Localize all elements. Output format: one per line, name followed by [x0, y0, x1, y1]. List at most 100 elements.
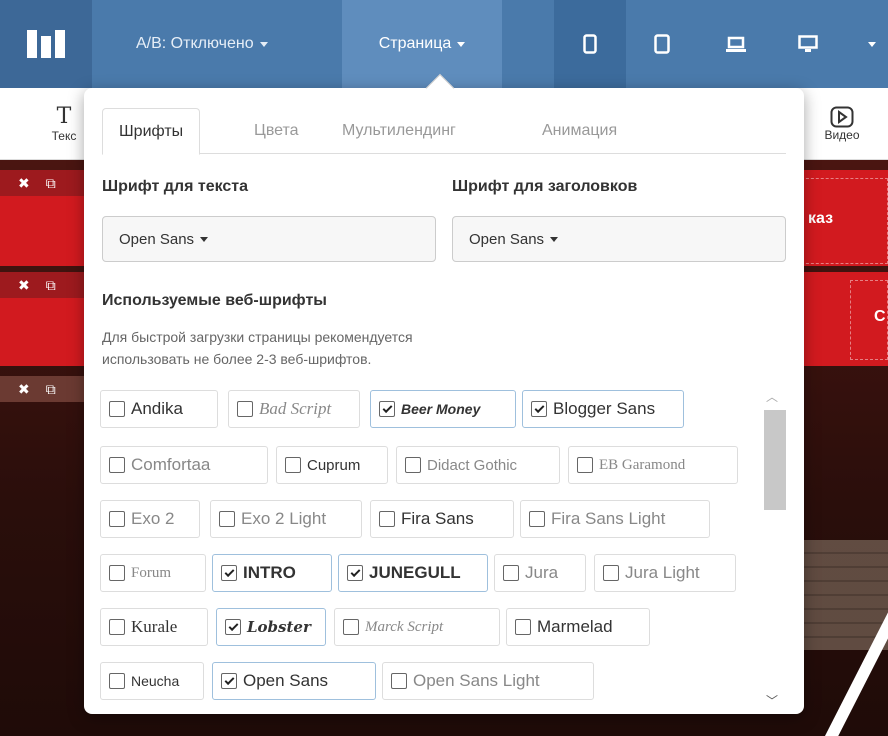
page-menu-label: Страница — [378, 35, 452, 52]
text-font-select[interactable]: Open Sans — [102, 216, 436, 262]
font-option-intro[interactable]: INTRO — [212, 554, 332, 592]
check-icon — [224, 674, 234, 685]
checkbox[interactable] — [603, 565, 619, 581]
font-option-forum[interactable]: Forum — [100, 554, 206, 592]
checkbox[interactable] — [515, 619, 531, 635]
chevron-down-icon — [200, 236, 209, 242]
hint-line-1: Для быстрой загрузки страницы рекомендуе… — [102, 329, 413, 345]
heading-font-value: Open Sans — [469, 230, 545, 248]
heading-font-label: Шрифт для заголовков — [452, 178, 638, 195]
logo-bar-2 — [41, 36, 51, 58]
checkbox[interactable] — [109, 401, 125, 417]
ab-test-dropdown[interactable]: A/B: Отключено — [92, 0, 342, 88]
font-option-open-sans-light[interactable]: Open Sans Light — [382, 662, 594, 700]
font-option-beer-money[interactable]: Beer Money — [370, 390, 516, 428]
tab-fonts[interactable]: Шрифты — [102, 108, 201, 155]
menu-item-text: C — [874, 308, 886, 325]
tool-video[interactable]: Видео — [812, 88, 872, 160]
check-icon — [382, 402, 392, 413]
app-logo[interactable] — [0, 0, 92, 88]
checkbox[interactable] — [109, 565, 125, 581]
section-handle[interactable]: ✖ ⧉ — [0, 376, 90, 402]
font-option-didact-gothic[interactable]: Didact Gothic — [396, 446, 560, 484]
device-laptop-button[interactable] — [700, 0, 772, 88]
phone-icon — [583, 34, 597, 54]
font-option-exo-2[interactable]: Exo 2 — [100, 500, 200, 538]
delete-icon: ✖ — [18, 174, 30, 191]
font-option-label: Fira Sans — [401, 509, 474, 528]
checkbox[interactable] — [221, 565, 237, 581]
font-option-label: Fira Sans Light — [551, 509, 666, 528]
font-option-comfortaa[interactable]: Comfortaa — [100, 446, 268, 484]
checkbox[interactable] — [219, 511, 235, 527]
font-option-exo-2-light[interactable]: Exo 2 Light — [210, 500, 362, 538]
font-option-eb-garamond[interactable]: EB Garamond — [568, 446, 738, 484]
web-fonts-hint: Для быстрой загрузки страницы рекомендуе… — [102, 326, 582, 370]
font-option-neucha[interactable]: Neucha — [100, 662, 204, 700]
checkbox[interactable] — [109, 511, 125, 527]
checkbox[interactable] — [531, 401, 547, 417]
tab-multilanding[interactable]: Мультилендинг — [326, 108, 472, 154]
font-option-andika[interactable]: Andika — [100, 390, 218, 428]
checkbox[interactable] — [237, 401, 253, 417]
hint-line-2: использовать не более 2-3 веб-шрифтов. — [102, 351, 372, 367]
checkbox[interactable] — [379, 401, 395, 417]
fonts-scrollbar[interactable]: ︿ ﹀ — [760, 388, 786, 708]
checkbox[interactable] — [405, 457, 421, 473]
top-bar: A/B: Отключено Страница — [0, 0, 888, 88]
tab-animation[interactable]: Анимация — [526, 108, 633, 154]
font-option-fira-sans[interactable]: Fira Sans — [370, 500, 514, 538]
tab-multilanding-label: Мультилендинг — [342, 122, 456, 139]
checkbox[interactable] — [379, 511, 395, 527]
font-option-lobster[interactable]: Lobster — [216, 608, 326, 646]
tool-text[interactable]: T Текс — [44, 88, 84, 160]
delete-icon: ✖ — [18, 380, 30, 397]
checkbox[interactable] — [225, 619, 241, 635]
checkbox[interactable] — [109, 673, 125, 689]
checkbox[interactable] — [221, 673, 237, 689]
checkbox[interactable] — [503, 565, 519, 581]
checkbox[interactable] — [343, 619, 359, 635]
tool-video-label: Видео — [824, 128, 860, 142]
web-fonts-title: Используемые веб-шрифты — [102, 292, 327, 309]
checkbox[interactable] — [109, 619, 125, 635]
copy-icon: ⧉ — [45, 380, 56, 397]
more-menu-button[interactable] — [850, 0, 888, 88]
font-option-fira-sans-light[interactable]: Fira Sans Light — [520, 500, 710, 538]
checkbox[interactable] — [391, 673, 407, 689]
tab-animation-label: Анимация — [542, 122, 618, 139]
font-option-label: EB Garamond — [599, 456, 686, 473]
font-option-cuprum[interactable]: Cuprum — [276, 446, 388, 484]
checkbox[interactable] — [347, 565, 363, 581]
page-menu-button[interactable]: Страница — [342, 0, 502, 88]
checkbox[interactable] — [109, 457, 125, 473]
font-option-jura[interactable]: Jura — [494, 554, 586, 592]
font-option-open-sans[interactable]: Open Sans — [212, 662, 376, 700]
font-option-marck-script[interactable]: Marck Script — [334, 608, 500, 646]
device-phone-portrait-button[interactable] — [554, 0, 626, 88]
device-desktop-button[interactable] — [772, 0, 844, 88]
font-option-label: Beer Money — [401, 401, 481, 417]
checkbox[interactable] — [577, 457, 593, 473]
font-option-label: Exo 2 — [131, 509, 175, 528]
chevron-down-icon — [550, 236, 559, 242]
settings-tabs: Шрифты Цвета Мультилендинг Анимация — [102, 108, 786, 155]
scroll-thumb[interactable] — [764, 410, 786, 510]
font-option-blogger-sans[interactable]: Blogger Sans — [522, 390, 684, 428]
scroll-down-icon[interactable]: ﹀ — [760, 692, 784, 708]
font-option-bad-script[interactable]: Bad Script — [228, 390, 360, 428]
device-tablet-button[interactable] — [626, 0, 698, 88]
check-icon — [224, 566, 234, 577]
heading-font-select[interactable]: Open Sans — [452, 216, 786, 262]
font-option-kurale[interactable]: Kurale — [100, 608, 208, 646]
font-option-junegull[interactable]: JUNEGULL — [338, 554, 488, 592]
checkbox[interactable] — [285, 457, 301, 473]
font-option-jura-light[interactable]: Jura Light — [594, 554, 736, 592]
font-option-marmelad[interactable]: Marmelad — [506, 608, 650, 646]
checkbox[interactable] — [529, 511, 545, 527]
tab-colors[interactable]: Цвета — [238, 108, 315, 154]
text-tool-icon: T — [56, 104, 72, 129]
section-handle[interactable]: ✖ ⧉ — [0, 170, 90, 196]
section-handle[interactable]: ✖ ⧉ — [0, 272, 90, 298]
scroll-up-icon[interactable]: ︿ — [760, 388, 784, 404]
